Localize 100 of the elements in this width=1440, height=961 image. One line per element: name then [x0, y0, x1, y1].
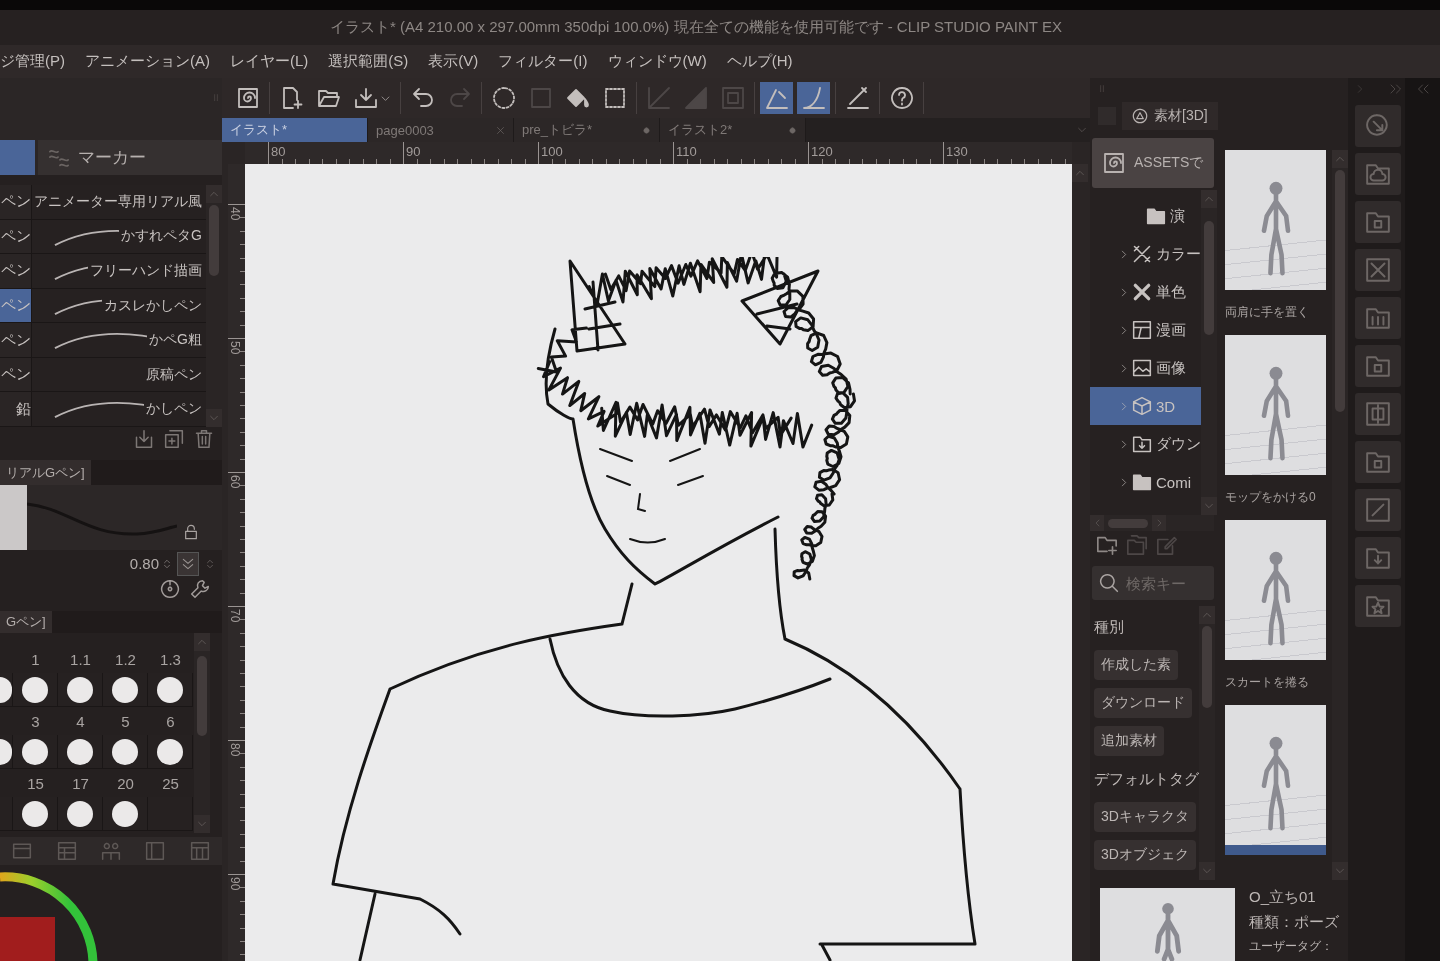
table-icon[interactable] — [56, 841, 77, 861]
tag-button[interactable]: 3Dオブジェク — [1094, 840, 1196, 870]
scrollbar[interactable] — [1332, 150, 1348, 880]
subtool-item[interactable]: ペン — [0, 357, 32, 392]
brush-size-cell[interactable] — [103, 673, 148, 707]
scroll-up-button[interactable] — [1072, 164, 1088, 182]
subtool-item[interactable]: ペン — [0, 219, 32, 254]
scroll-right-button[interactable] — [1152, 515, 1166, 531]
scrollbar-thumb[interactable] — [197, 656, 207, 736]
tree-item[interactable]: カラー — [1090, 235, 1201, 273]
property-tab[interactable]: リアルGペン] — [0, 460, 91, 485]
scrollbar[interactable] — [1201, 190, 1217, 515]
scrollbar[interactable] — [194, 633, 210, 833]
scrollbar[interactable] — [1199, 606, 1215, 880]
brush-size-cell[interactable] — [58, 797, 103, 831]
menu-item[interactable]: 選択範囲(S) — [328, 52, 409, 71]
tag-button[interactable]: 作成した素 — [1094, 650, 1178, 680]
menu-item[interactable]: アニメーション(A) — [85, 52, 210, 71]
scrollbar-thumb[interactable] — [209, 205, 219, 277]
document-tab[interactable]: イラスト* — [222, 118, 368, 142]
assets-button[interactable]: ASSETSで — [1092, 138, 1214, 188]
canvas-paper[interactable] — [245, 164, 1072, 961]
material-tab[interactable]: 素材[3D] — [1122, 102, 1218, 130]
folder-button[interactable] — [1355, 345, 1401, 387]
split-box-button[interactable] — [1355, 393, 1401, 435]
menu-item[interactable]: レイヤー(L) — [230, 52, 309, 71]
tag-button[interactable]: 3Dキャラクタ — [1094, 802, 1196, 832]
document-tab[interactable]: イラスト2* — [660, 118, 806, 142]
subtool-item[interactable]: 鉛 — [0, 392, 32, 427]
pose-thumbnail[interactable] — [1225, 705, 1326, 855]
download-folder-button[interactable] — [1355, 537, 1401, 579]
document-tab[interactable]: page0003 — [368, 118, 514, 142]
download-button[interactable] — [134, 429, 154, 449]
scrollbar-thumb[interactable] — [1202, 626, 1212, 709]
split-panel-icon[interactable] — [145, 841, 166, 861]
columns-folder-button[interactable] — [1355, 297, 1401, 339]
menu-item[interactable]: 表示(V) — [428, 52, 479, 71]
brush-size-cell[interactable] — [148, 797, 193, 831]
brush-size-cell[interactable] — [58, 735, 103, 769]
scroll-down-button[interactable] — [1199, 862, 1215, 880]
color-swatch[interactable] — [0, 917, 55, 961]
document-tab[interactable]: pre_トビラ* — [514, 118, 660, 142]
tree-item[interactable]: 単色 — [1090, 273, 1201, 311]
scroll-up-button[interactable] — [1199, 606, 1215, 624]
scrollbar[interactable] — [206, 185, 222, 427]
scroll-down-button[interactable] — [194, 815, 210, 833]
brush-size-cell[interactable] — [0, 673, 13, 707]
folders-button[interactable] — [1126, 534, 1148, 556]
brush-size-cell[interactable] — [103, 735, 148, 769]
star-folder-button[interactable] — [1355, 585, 1401, 627]
double-chevron-button[interactable] — [177, 551, 199, 576]
tree-item[interactable]: ダウン — [1090, 425, 1201, 463]
trash-button[interactable] — [194, 429, 214, 449]
duplicate-button[interactable] — [164, 429, 184, 449]
menu-item[interactable]: ヘルプ(H) — [726, 52, 793, 71]
crossed-box-button[interactable] — [1355, 249, 1401, 291]
curve-ruler-button[interactable] — [797, 82, 830, 114]
tree-item[interactable]: 演 — [1090, 197, 1201, 235]
brush-size-cell[interactable] — [13, 735, 58, 769]
search-field[interactable]: 検索キー — [1092, 566, 1214, 600]
subtool-item[interactable]: ペン — [0, 288, 32, 323]
scroll-down-button[interactable] — [1201, 497, 1217, 515]
scrollbar[interactable] — [1090, 515, 1214, 531]
brush-size-cell[interactable] — [58, 673, 103, 707]
tag-button[interactable]: ダウンロード — [1094, 688, 1192, 718]
window-icon[interactable] — [12, 841, 33, 861]
pose-thumbnail[interactable] — [1225, 150, 1326, 290]
tool-tab[interactable]: マーカー — [38, 140, 222, 175]
folder-button[interactable] — [1355, 201, 1401, 243]
scroll-down-button[interactable] — [1332, 862, 1348, 880]
scrollbar-thumb[interactable] — [1204, 221, 1214, 335]
subtool-item[interactable]: ペン — [0, 323, 32, 357]
collapse-button[interactable] — [1415, 83, 1430, 95]
subtool-item[interactable]: ペン — [0, 254, 32, 288]
tree-item[interactable]: 画像 — [1090, 349, 1201, 387]
tree-item[interactable]: Comi — [1090, 463, 1201, 501]
pose-thumbnail[interactable] — [1225, 520, 1326, 660]
menu-item[interactable]: ジ管理(P) — [0, 52, 65, 71]
search-button[interactable] — [1355, 105, 1401, 147]
grid-icon[interactable] — [189, 841, 210, 861]
subtool-item[interactable]: ペン — [0, 185, 32, 219]
scroll-up-button[interactable] — [1332, 150, 1348, 168]
tree-item[interactable]: 漫画 — [1090, 311, 1201, 349]
new-folder-button[interactable] — [1096, 534, 1118, 556]
cloud-folder-button[interactable] — [1355, 153, 1401, 195]
edit-button[interactable] — [1156, 534, 1178, 556]
menu-item[interactable]: フィルター(I) — [498, 52, 588, 71]
figures-icon[interactable] — [100, 841, 121, 861]
brush-size-cell[interactable] — [148, 735, 193, 769]
brush-size-tab[interactable]: Gペン] — [0, 611, 52, 633]
angle-ruler-button[interactable] — [760, 82, 793, 114]
scroll-up-button[interactable] — [206, 185, 222, 203]
folder-button[interactable] — [1355, 441, 1401, 483]
brush-size-cell[interactable] — [103, 797, 148, 831]
scroll-left-button[interactable] — [1090, 515, 1104, 531]
edit-box-button[interactable] — [1355, 489, 1401, 531]
scroll-up-button[interactable] — [194, 633, 210, 651]
scroll-up-button[interactable] — [1201, 190, 1217, 208]
menu-item[interactable]: ウィンドウ(W) — [607, 52, 707, 71]
tag-button[interactable]: 追加素材 — [1094, 726, 1164, 756]
